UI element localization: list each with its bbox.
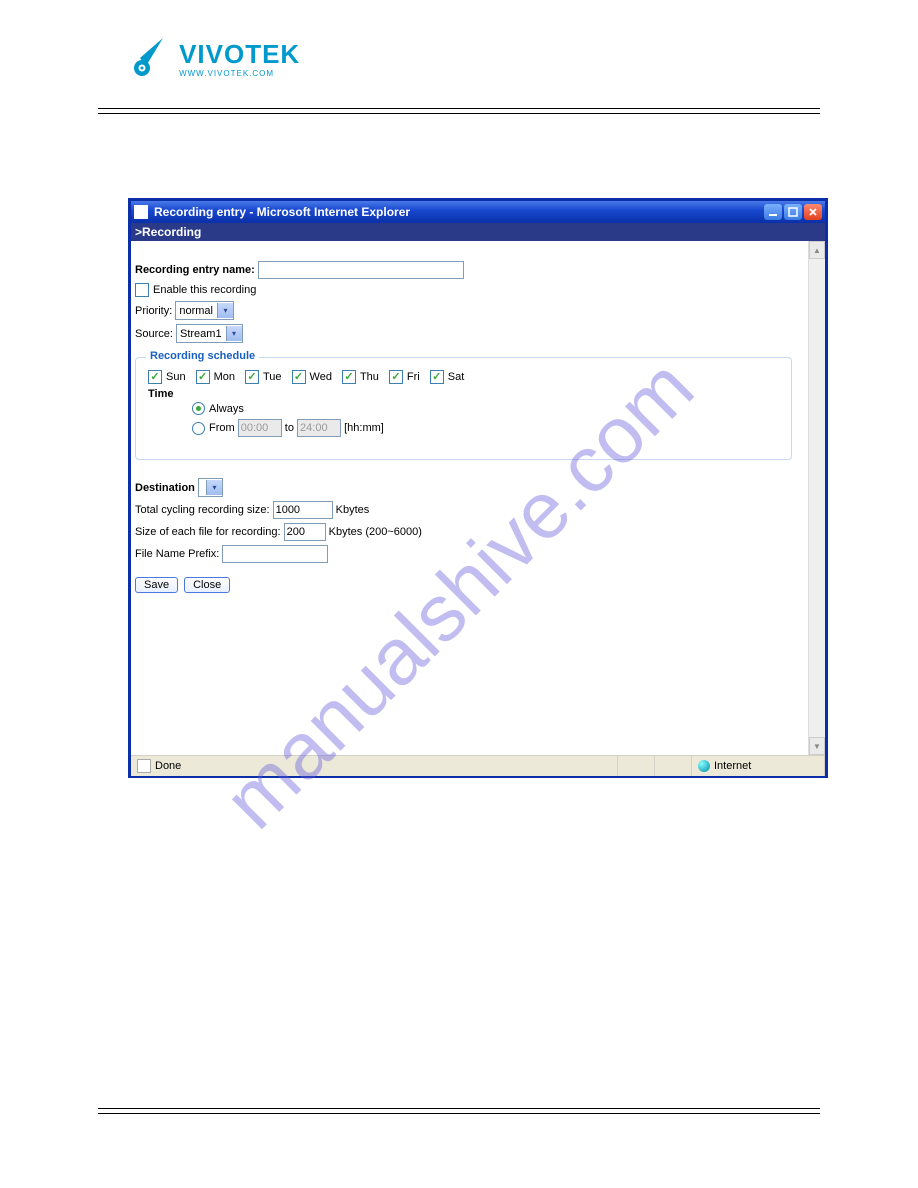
logo-mark bbox=[128, 36, 172, 83]
day-label: Tue bbox=[263, 371, 282, 383]
prefix-label: File Name Prefix: bbox=[135, 548, 219, 560]
day-label: Fri bbox=[407, 371, 420, 383]
window-title: Recording entry - Microsoft Internet Exp… bbox=[154, 205, 762, 219]
time-from-radio[interactable] bbox=[192, 422, 205, 435]
logo-brand-text: VIVOTEK bbox=[179, 39, 300, 69]
source-value: Stream1 bbox=[180, 328, 222, 340]
total-size-input[interactable] bbox=[273, 501, 333, 519]
day-tue-checkbox[interactable] bbox=[245, 370, 259, 384]
source-select[interactable]: Stream1 ▾ bbox=[176, 324, 243, 343]
top-divider bbox=[98, 108, 820, 114]
destination-label: Destination bbox=[135, 482, 195, 494]
page-icon bbox=[137, 759, 151, 773]
vertical-scrollbar[interactable]: ▲ ▼ bbox=[808, 241, 825, 755]
brand-logo: VIVOTEK WWW.VIVOTEK.COM bbox=[128, 36, 300, 83]
statusbar: Done Internet bbox=[131, 755, 825, 776]
minimize-button[interactable] bbox=[764, 204, 782, 220]
enable-label: Enable this recording bbox=[153, 284, 256, 296]
entry-name-label: Recording entry name: bbox=[135, 264, 255, 276]
destination-select[interactable]: ▾ bbox=[198, 478, 223, 497]
day-fri-checkbox[interactable] bbox=[389, 370, 403, 384]
day-label: Wed bbox=[310, 371, 332, 383]
schedule-legend: Recording schedule bbox=[146, 350, 259, 362]
ie-window: Recording entry - Microsoft Internet Exp… bbox=[128, 198, 828, 778]
close-button[interactable] bbox=[804, 204, 822, 220]
time-always-radio[interactable] bbox=[192, 402, 205, 415]
save-button[interactable]: Save bbox=[135, 577, 178, 593]
each-size-label: Size of each file for recording: bbox=[135, 526, 281, 538]
priority-label: Priority: bbox=[135, 305, 172, 317]
time-hint: [hh:mm] bbox=[344, 422, 384, 434]
total-size-label: Total cycling recording size: bbox=[135, 504, 270, 516]
day-label: Sun bbox=[166, 371, 186, 383]
priority-value: normal bbox=[179, 305, 213, 317]
day-label: Sat bbox=[448, 371, 465, 383]
scroll-down-icon[interactable]: ▼ bbox=[809, 737, 825, 755]
prefix-input[interactable] bbox=[222, 545, 328, 563]
day-label: Thu bbox=[360, 371, 379, 383]
priority-select[interactable]: normal ▾ bbox=[175, 301, 234, 320]
day-mon-checkbox[interactable] bbox=[196, 370, 210, 384]
total-size-unit: Kbytes bbox=[336, 504, 370, 516]
from-time-input[interactable] bbox=[238, 419, 282, 437]
to-time-input[interactable] bbox=[297, 419, 341, 437]
day-sat-checkbox[interactable] bbox=[430, 370, 444, 384]
scroll-up-icon[interactable]: ▲ bbox=[809, 241, 825, 259]
day-label: Mon bbox=[214, 371, 235, 383]
chevron-down-icon: ▾ bbox=[217, 303, 233, 318]
maximize-button[interactable] bbox=[784, 204, 802, 220]
logo-url-text: WWW.VIVOTEK.COM bbox=[179, 69, 274, 78]
internet-zone-icon bbox=[698, 760, 710, 772]
chevron-down-icon: ▾ bbox=[226, 326, 242, 341]
each-size-unit: Kbytes (200~6000) bbox=[329, 526, 422, 538]
day-wed-checkbox[interactable] bbox=[292, 370, 306, 384]
schedule-fieldset: Recording schedule Sun Mon Tue Wed Thu F… bbox=[135, 357, 792, 460]
each-size-input[interactable] bbox=[284, 523, 326, 541]
bottom-divider bbox=[98, 1108, 820, 1114]
time-heading: Time bbox=[148, 388, 779, 400]
chevron-down-icon: ▾ bbox=[206, 480, 222, 495]
titlebar: Recording entry - Microsoft Internet Exp… bbox=[131, 201, 825, 223]
to-label: to bbox=[285, 422, 294, 434]
close-form-button[interactable]: Close bbox=[184, 577, 230, 593]
entry-name-input[interactable] bbox=[258, 261, 464, 279]
page-subheader: >Recording bbox=[131, 223, 825, 241]
source-label: Source: bbox=[135, 328, 173, 340]
enable-checkbox[interactable] bbox=[135, 283, 149, 297]
day-sun-checkbox[interactable] bbox=[148, 370, 162, 384]
ie-page-icon bbox=[134, 205, 148, 219]
from-label: From bbox=[209, 422, 235, 434]
always-label: Always bbox=[209, 403, 244, 415]
status-done: Done bbox=[155, 760, 181, 772]
day-thu-checkbox[interactable] bbox=[342, 370, 356, 384]
status-zone: Internet bbox=[714, 760, 751, 772]
